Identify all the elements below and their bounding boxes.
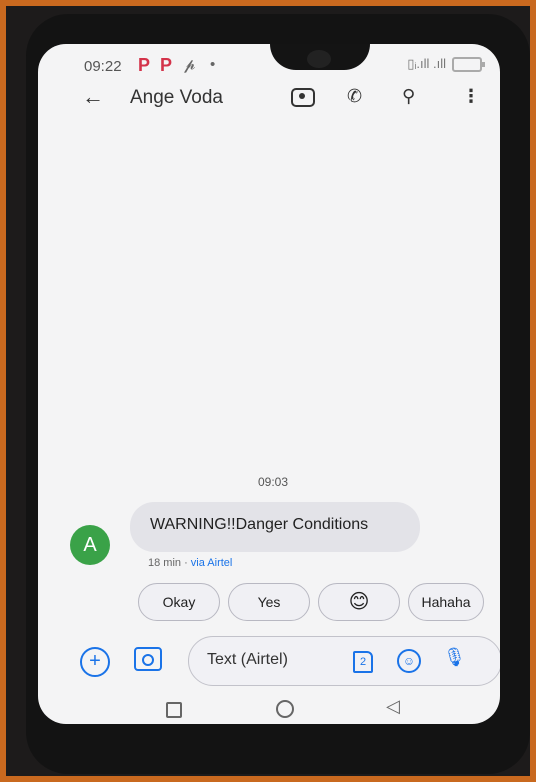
recents-button[interactable] [166,702,182,718]
battery-icon [452,56,485,72]
contact-name[interactable]: Ange Voda [130,87,223,109]
phone-screen: 09:22 P P 𝓹 • ▯ᵢ.ıll .ıll ← Ange Voda ✆ … [38,44,500,724]
search-icon[interactable]: ⚲ [402,86,415,107]
notification-p-icon: P [138,55,151,75]
status-right: ▯ᵢ.ıll .ıll [407,56,485,72]
notification-dot-icon: • [210,56,216,73]
back-arrow-icon[interactable]: ← [82,84,104,110]
more-options-icon[interactable]: ⋮ [462,86,480,107]
message-carrier[interactable]: via Airtel [191,557,233,569]
smiling-face-icon: 😊 [348,591,370,613]
front-camera [307,50,331,68]
message-bubble[interactable]: WARNING!!Danger Conditions [130,502,420,552]
app-bar: ← Ange Voda ✆ ⚲ ⋮ [38,80,500,124]
smart-reply-hahaha[interactable]: Hahaha [408,583,484,621]
smart-reply-yes[interactable]: Yes [228,583,310,621]
message-age: 18 min · [148,557,191,569]
smart-reply-okay[interactable]: Okay [138,583,220,621]
message-timestamp: 09:03 [258,475,289,489]
status-time: 09:22 [84,58,122,75]
emoji-icon[interactable]: ☺ [397,649,421,673]
smart-reply-emoji[interactable]: 😊 [318,583,400,621]
phone-call-icon[interactable]: ✆ [347,86,362,107]
avatar[interactable]: A [70,525,110,565]
message-text: WARNING!!Danger Conditions [150,516,369,533]
gallery-icon[interactable] [134,647,162,671]
microphone-icon[interactable]: 🎙 [443,647,466,668]
sim-card-icon[interactable]: 2 [353,651,373,673]
home-button[interactable] [276,700,294,718]
compose-input[interactable]: Text (Airtel) 2 ☺ 🎙 [188,636,500,686]
video-call-icon[interactable] [291,88,315,107]
camera-notch [270,44,370,70]
message-meta: 18 min · via Airtel [148,557,232,569]
compose-placeholder: Text (Airtel) [207,651,288,668]
back-button[interactable]: ◁ [386,696,400,717]
notification-app-icon: 𝓹 [184,56,196,73]
notification-p-icon-2: P [160,55,173,75]
signal-icon: ▯ᵢ.ıll .ıll [407,56,446,71]
add-attachment-icon[interactable]: + [80,647,110,677]
